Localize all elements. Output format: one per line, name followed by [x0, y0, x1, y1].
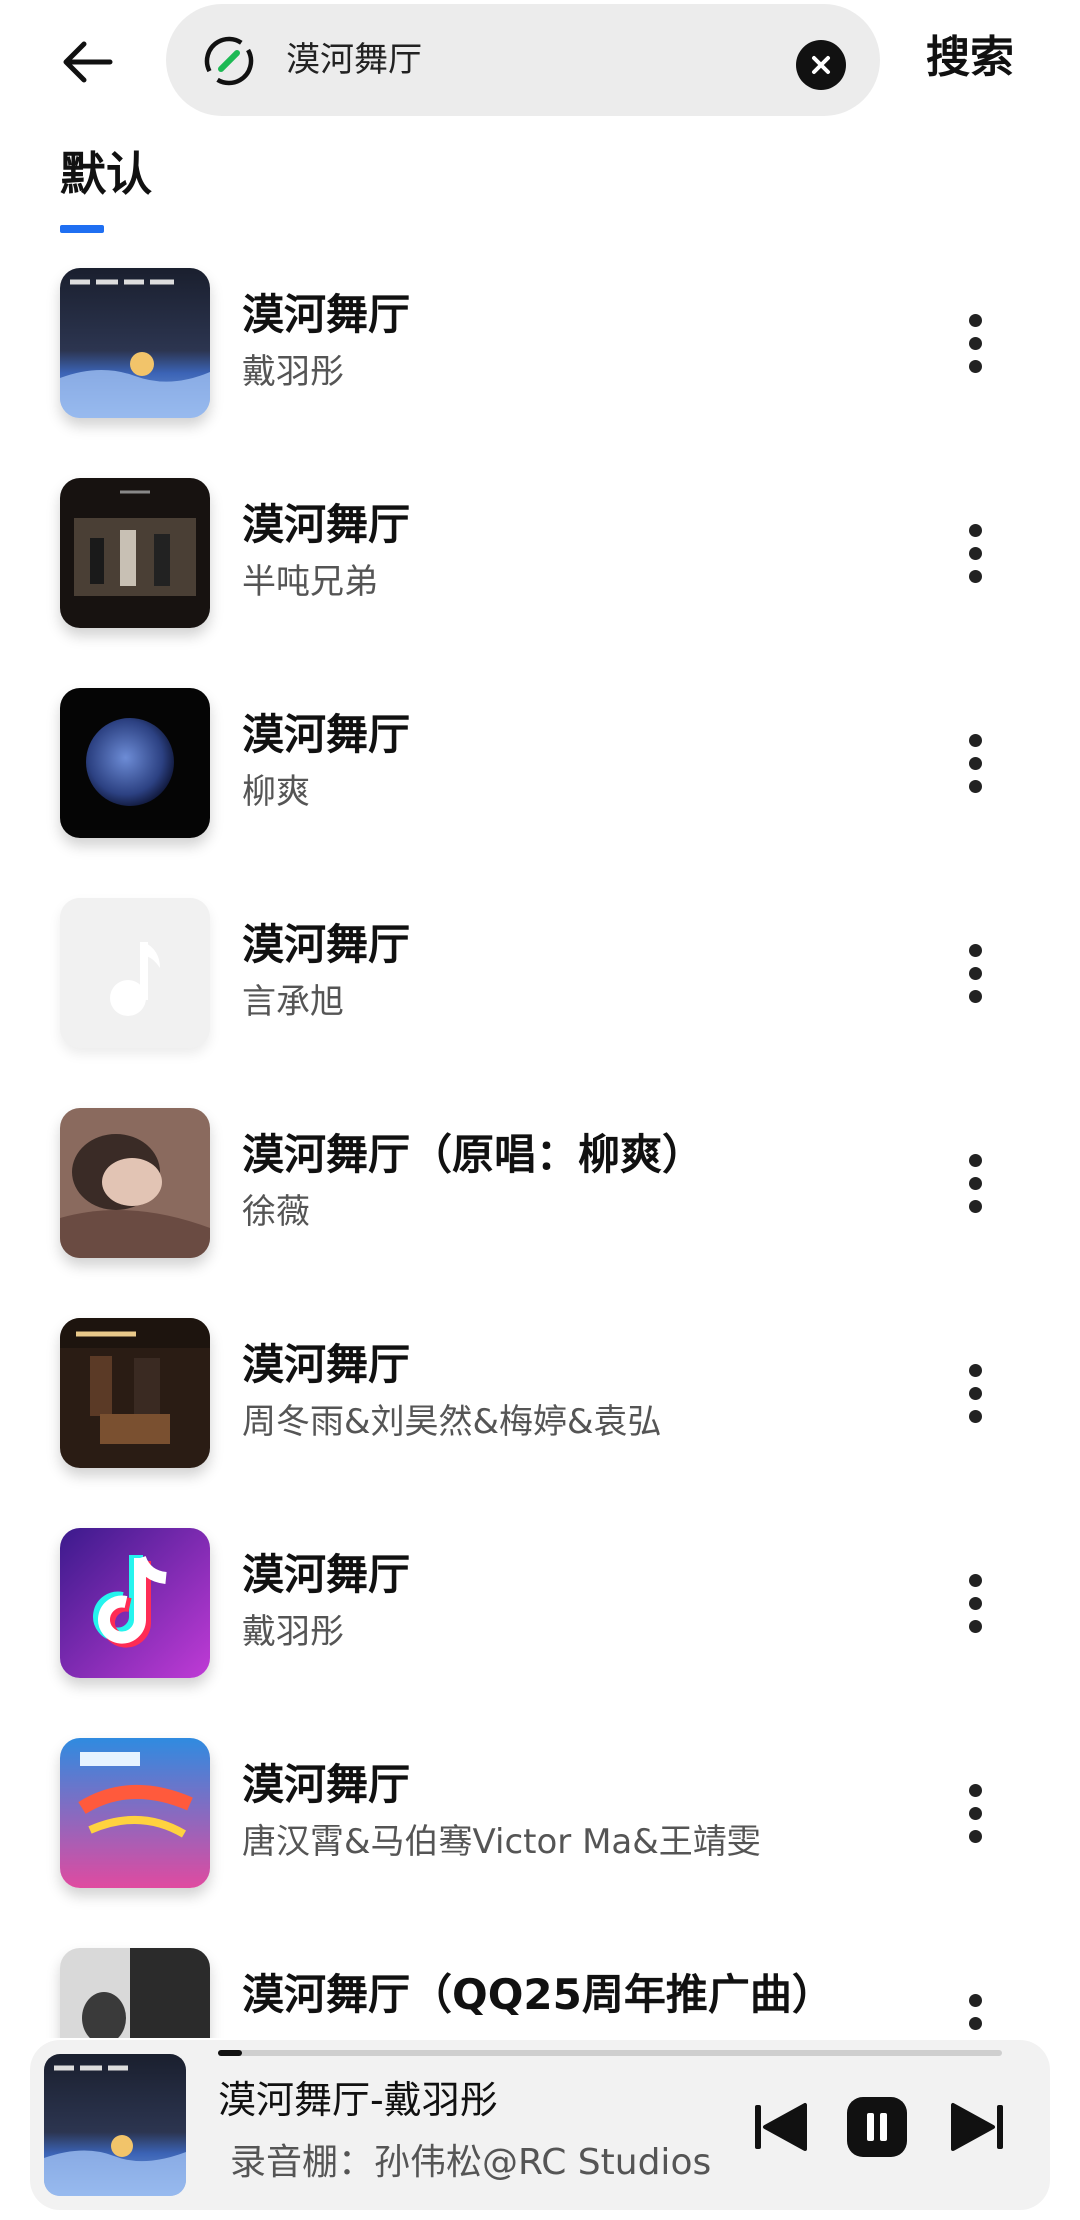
song-artist: 周冬雨&刘昊然&梅婷&袁弘 — [242, 1402, 662, 1442]
song-row[interactable]: 漠河舞厅 周冬雨&刘昊然&梅婷&袁弘 — [0, 1308, 1080, 1518]
song-row[interactable]: 漠河舞厅 言承旭 — [0, 888, 1080, 1098]
song-artist: 戴羽彤 — [242, 352, 344, 392]
album-cover — [60, 1528, 210, 1678]
album-cover — [60, 1738, 210, 1888]
more-options-button[interactable] — [950, 508, 1000, 598]
more-vertical-icon — [968, 523, 982, 537]
music-note-icon — [60, 898, 210, 1048]
more-vertical-icon — [968, 943, 982, 957]
song-artist: 唐汉霄&马伯骞Victor Ma&王靖雯 — [242, 1822, 761, 1862]
more-options-button[interactable] — [950, 1138, 1000, 1228]
song-artist: 徐薇 — [242, 1192, 310, 1232]
song-title: 漠河舞厅 — [242, 290, 411, 339]
song-row[interactable]: 漠河舞厅（QQ25周年推广曲） — [0, 1938, 1080, 2038]
song-list: 漠河舞厅 戴羽彤 漠河舞厅 半吨兄弟 漠河舞厅 柳爽 漠河舞厅 言承旭 漠河舞厅… — [0, 258, 1080, 2038]
album-cover — [60, 1108, 210, 1258]
song-artist: 言承旭 — [242, 982, 344, 1022]
song-artist: 戴羽彤 — [242, 1612, 344, 1652]
more-vertical-icon — [968, 313, 982, 327]
back-button[interactable] — [48, 22, 128, 102]
search-header: 漠河舞厅 搜索 — [0, 0, 1080, 118]
album-cover-placeholder — [60, 898, 210, 1048]
more-options-button[interactable] — [950, 298, 1000, 388]
song-row[interactable]: 漠河舞厅 唐汉霄&马伯骞Victor Ma&王靖雯 — [0, 1728, 1080, 1938]
song-title: 漠河舞厅（QQ25周年推广曲） — [242, 1970, 834, 2019]
song-artist: 半吨兄弟 — [242, 562, 378, 602]
more-options-button[interactable] — [950, 1768, 1000, 1858]
playback-progress-fill — [218, 2050, 242, 2056]
more-options-button[interactable] — [950, 928, 1000, 1018]
search-submit-button[interactable]: 搜索 — [926, 30, 1014, 86]
tab-default[interactable]: 默认 — [60, 146, 152, 202]
skip-previous-icon — [755, 2103, 807, 2151]
song-row[interactable]: 漠河舞厅 柳爽 — [0, 678, 1080, 888]
more-options-button[interactable] — [950, 718, 1000, 808]
album-cover — [60, 1948, 210, 2038]
next-track-button[interactable] — [942, 2092, 1012, 2162]
search-input[interactable]: 漠河舞厅 — [286, 38, 422, 82]
link-logo-icon — [204, 36, 254, 86]
song-row[interactable]: 漠河舞厅 戴羽彤 — [0, 1518, 1080, 1728]
album-cover — [60, 478, 210, 628]
song-title: 漠河舞厅 — [242, 920, 411, 969]
clear-search-button[interactable] — [796, 40, 846, 90]
song-artist: 柳爽 — [242, 772, 310, 812]
tab-active-indicator — [60, 225, 104, 233]
more-options-button[interactable] — [950, 1558, 1000, 1648]
song-title: 漠河舞厅 — [242, 1760, 411, 1809]
mini-player[interactable]: 漠河舞厅-戴羽彤 录音棚：孙伟松@RC Studios — [30, 2040, 1050, 2210]
song-title: 漠河舞厅 — [242, 710, 411, 759]
song-row[interactable]: 漠河舞厅 半吨兄弟 — [0, 468, 1080, 678]
now-playing-title: 漠河舞厅-戴羽彤 — [218, 2078, 498, 2122]
more-vertical-icon — [968, 1573, 982, 1587]
previous-track-button[interactable] — [746, 2092, 816, 2162]
more-vertical-icon — [968, 1783, 982, 1797]
pause-button[interactable] — [842, 2092, 912, 2162]
skip-next-icon — [951, 2103, 1003, 2151]
now-playing-cover[interactable] — [44, 2054, 186, 2196]
more-vertical-icon — [968, 1153, 982, 1167]
song-title: 漠河舞厅（原唱：柳爽） — [242, 1130, 705, 1179]
playback-progress-bar[interactable] — [218, 2050, 1002, 2056]
album-cover — [60, 688, 210, 838]
clear-icon — [812, 56, 830, 74]
now-playing-subtitle: 录音棚：孙伟松@RC Studios — [230, 2142, 712, 2183]
more-vertical-icon — [968, 1363, 982, 1377]
more-options-button[interactable] — [950, 1978, 1000, 2038]
song-row[interactable]: 漠河舞厅（原唱：柳爽） 徐薇 — [0, 1098, 1080, 1308]
song-title: 漠河舞厅 — [242, 1340, 411, 1389]
pause-icon — [847, 2097, 907, 2157]
song-title: 漠河舞厅 — [242, 1550, 411, 1599]
album-cover — [60, 1318, 210, 1468]
search-field[interactable]: 漠河舞厅 — [166, 4, 880, 116]
song-title: 漠河舞厅 — [242, 500, 411, 549]
song-row[interactable]: 漠河舞厅 戴羽彤 — [0, 258, 1080, 468]
back-arrow-icon — [63, 41, 113, 83]
album-cover — [60, 268, 210, 418]
more-options-button[interactable] — [950, 1348, 1000, 1438]
more-vertical-icon — [968, 1993, 982, 2007]
more-vertical-icon — [968, 733, 982, 747]
